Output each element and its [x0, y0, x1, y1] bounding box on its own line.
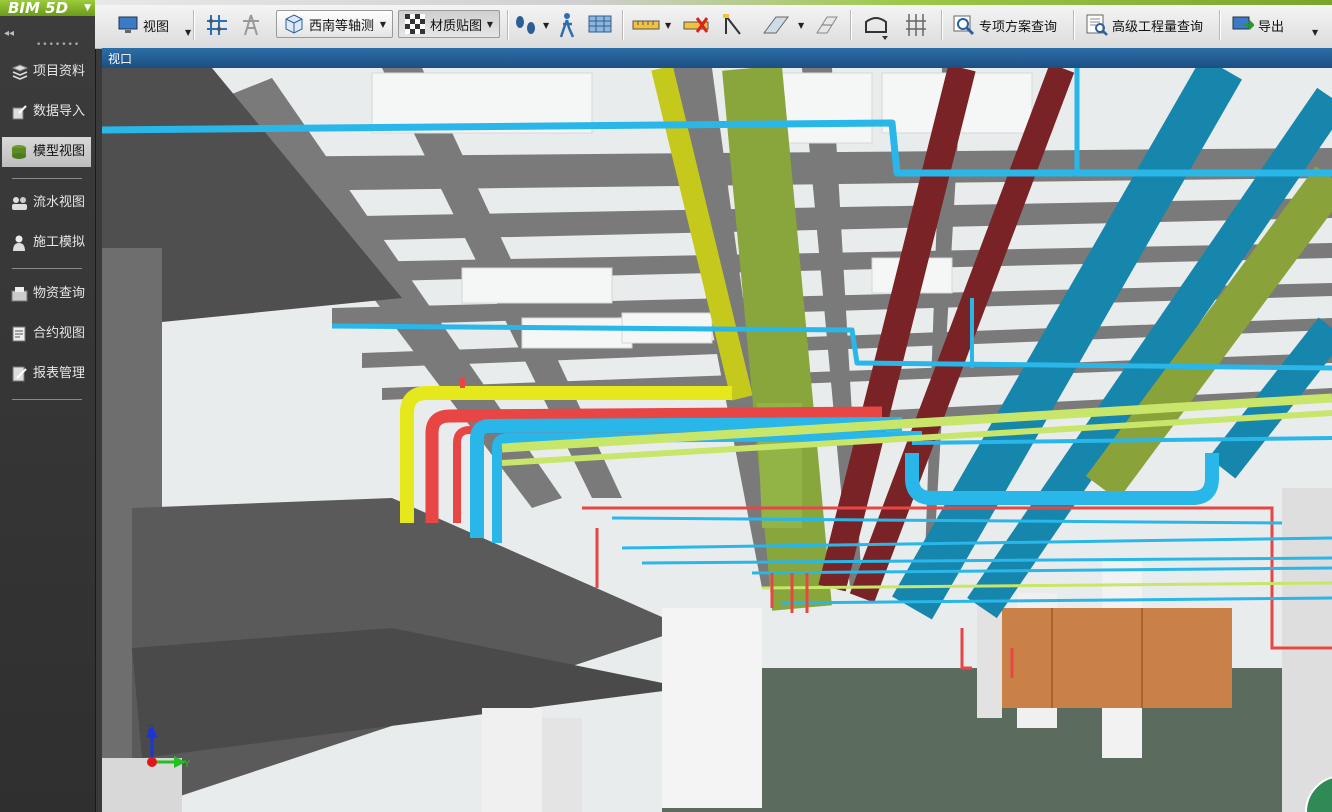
logo-text: BIM 5D: [8, 0, 69, 16]
sidebar-item-flow-view[interactable]: 流水视图: [2, 188, 91, 218]
sidebar-item-contract-view[interactable]: 合约视图: [2, 319, 91, 349]
sidebar-divider: [12, 268, 82, 269]
report-icon: [12, 366, 27, 382]
view-mode-value: 西南等轴测: [309, 18, 375, 34]
checker-texture-icon: [405, 14, 425, 34]
toolbar-separator: [1219, 10, 1221, 40]
view-dropdown-caret-icon[interactable]: ▼: [185, 28, 191, 37]
export-button[interactable]: 导出 ▼: [1232, 11, 1318, 39]
measure-ruler-icon[interactable]: [632, 15, 660, 35]
special-plan-query-button[interactable]: 专项方案查询: [953, 11, 1057, 39]
walking-person-icon[interactable]: [557, 12, 577, 38]
sidebar-item-label: 施工模拟: [33, 235, 86, 250]
valve-marker: [460, 378, 465, 388]
isometric-cube-icon: [285, 14, 303, 34]
y-axis-label: Y: [183, 759, 191, 770]
viewport-tab-label: 视口: [108, 52, 133, 66]
section-dropdown-caret-icon[interactable]: ▼: [798, 21, 804, 30]
measure-dropdown-caret-icon[interactable]: ▼: [665, 21, 671, 30]
sidebar-divider: [12, 178, 82, 179]
collapse-sidebar-icon[interactable]: ◂◂: [4, 28, 14, 39]
viewport-tab[interactable]: 视口: [102, 48, 1332, 68]
sidebar-item-label: 数据导入: [33, 104, 86, 119]
flow-icon: [12, 197, 27, 210]
sidebar-item-label: 物资查询: [33, 286, 86, 301]
advanced-quantity-query-button[interactable]: 高级工程量查询: [1086, 11, 1203, 39]
column-base: [102, 758, 182, 812]
sidebar-grip-icon[interactable]: •••••••: [36, 40, 80, 50]
app-logo: BIM 5D ▼: [0, 0, 95, 16]
advanced-quantity-query-label: 高级工程量查询: [1112, 19, 1204, 35]
sidebar-item-label: 流水视图: [33, 195, 86, 210]
magnifier-icon: [953, 15, 975, 36]
sidebar-item-construction-sim[interactable]: 施工模拟: [2, 228, 91, 258]
sidebar-item-label: 模型视图: [33, 144, 86, 159]
chevron-down-icon: ▼: [379, 19, 386, 29]
toolbar-separator: [1073, 10, 1075, 40]
material-mode-value: 材质贴图: [430, 18, 483, 34]
material-mode-dropdown[interactable]: 材质贴图 ▼: [398, 10, 500, 38]
model-icon: [12, 145, 26, 159]
bim-model-render[interactable]: Z Y: [102, 68, 1332, 812]
logo-menu-caret-icon[interactable]: ▼: [84, 0, 91, 16]
view-mode-dropdown[interactable]: 西南等轴测 ▼: [276, 10, 393, 38]
contract-icon: [12, 326, 26, 342]
export-label: 导出: [1258, 19, 1285, 35]
sidebar: BIM 5D ▼ ◂◂ ••••••• 项目资料 数据导入 模型视图 流水视图 …: [0, 0, 96, 812]
sidebar-item-label: 合约视图: [33, 326, 86, 341]
material-icon: [11, 287, 28, 302]
view-button[interactable]: 视图 ▼: [117, 11, 191, 39]
import-icon: [12, 105, 27, 120]
sidebar-item-report-mgmt[interactable]: 报表管理: [2, 359, 91, 389]
sidebar-item-data-import[interactable]: 数据导入: [2, 97, 91, 127]
special-plan-query-label: 专项方案查询: [979, 19, 1058, 35]
monitor-icon: [118, 16, 138, 33]
toolbar-separator: [941, 10, 943, 40]
tower-crane-icon[interactable]: [239, 13, 263, 37]
sidebar-item-model-view[interactable]: 模型视图: [2, 137, 91, 167]
stack-icon: [11, 64, 28, 80]
toolbar-separator: [507, 10, 509, 40]
toolbar-separator: [850, 10, 852, 40]
walk-dropdown-caret-icon[interactable]: ▼: [543, 21, 549, 30]
toolbar-accent-strip: [95, 0, 1332, 5]
section-box-icon[interactable]: [814, 13, 840, 37]
report-search-icon: [1086, 14, 1108, 36]
elevation-view-icon[interactable]: [862, 12, 890, 40]
grid-lines-icon[interactable]: [905, 12, 927, 38]
toolbar-separator: [622, 10, 624, 40]
export-dropdown-caret-icon[interactable]: ▼: [1312, 28, 1318, 37]
3d-viewport[interactable]: Z Y: [102, 68, 1332, 812]
axis-grid-icon[interactable]: [205, 13, 229, 37]
export-monitor-icon: [1232, 16, 1254, 30]
clear-measure-icon[interactable]: [683, 14, 711, 36]
view-button-label: 视图: [143, 19, 170, 35]
sidebar-divider: [12, 399, 82, 400]
z-axis-label: Z: [147, 724, 154, 735]
sidebar-item-project-info[interactable]: 项目资料: [2, 57, 91, 87]
footsteps-icon[interactable]: [513, 14, 539, 36]
door-panel: [1002, 608, 1232, 708]
toolbar-separator: [193, 10, 195, 40]
chevron-down-icon: ▼: [486, 19, 493, 29]
dimension-icon[interactable]: [722, 12, 746, 38]
sidebar-item-label: 项目资料: [33, 64, 86, 79]
section-plane-icon[interactable]: [762, 13, 790, 37]
toolbar: 视图 ▼ 西南等轴测 ▼ 材质贴图 ▼ ▼ ▼ ▼ 专项方案查询 高级工程量查询: [95, 0, 1332, 49]
sidebar-item-label: 报表管理: [33, 366, 86, 381]
sidebar-item-material-query[interactable]: 物资查询: [2, 279, 91, 309]
wall-grid-icon[interactable]: [588, 13, 612, 35]
worker-icon: [13, 235, 25, 251]
